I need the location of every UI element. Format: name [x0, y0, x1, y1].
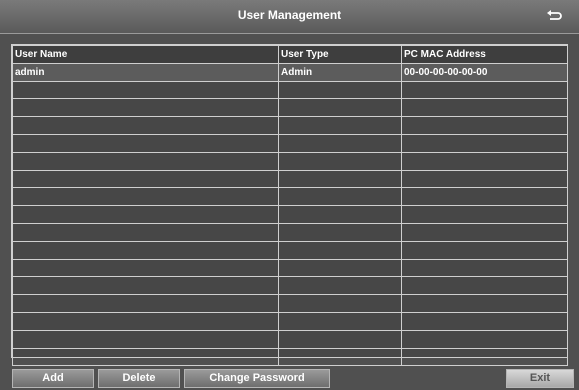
table-cell — [401, 294, 568, 313]
table-cell — [278, 329, 402, 349]
table-cell — [401, 347, 568, 367]
table-cell — [12, 222, 279, 242]
table-cell — [12, 329, 279, 349]
table-cell — [401, 169, 568, 189]
table-cell — [401, 187, 568, 207]
table-cell — [401, 133, 568, 153]
table-cell — [12, 258, 279, 278]
table-cell — [12, 98, 279, 118]
table-cell: admin — [12, 62, 279, 82]
window-title: User Management — [237, 8, 342, 22]
column-header-user-name[interactable]: User Name — [12, 45, 279, 64]
column-header-mac-address[interactable]: PC MAC Address — [401, 45, 568, 64]
table-cell — [278, 311, 402, 331]
table-cell: 00-00-00-00-00-00 — [401, 62, 568, 82]
user-management-window: User Management User Name User Type PC M… — [0, 0, 579, 390]
table-cell — [278, 205, 402, 224]
table-cell — [12, 347, 279, 367]
column-header-user-type[interactable]: User Type — [278, 45, 402, 64]
table-row[interactable] — [12, 187, 568, 207]
table-cell — [401, 151, 568, 171]
title-bar: User Management — [0, 0, 579, 34]
table-cell — [401, 311, 568, 331]
table-row[interactable] — [12, 240, 568, 260]
table-cell — [12, 116, 279, 135]
table-row[interactable] — [12, 205, 568, 224]
table-cell — [401, 276, 568, 296]
table-cell — [278, 240, 402, 260]
table-header-row: User Name User Type PC MAC Address — [12, 45, 568, 64]
table-cell — [12, 169, 279, 189]
table-row[interactable]: admin Admin 00-00-00-00-00-00 — [12, 62, 568, 82]
table-row[interactable] — [12, 347, 568, 367]
table-cell — [278, 347, 402, 367]
table-cell: Admin — [278, 62, 402, 82]
table-cell — [12, 294, 279, 313]
table-row[interactable] — [12, 151, 568, 171]
table-cell — [401, 80, 568, 100]
table-cell — [401, 98, 568, 118]
table-row[interactable] — [12, 329, 568, 349]
table-row[interactable] — [12, 169, 568, 189]
table-cell — [12, 240, 279, 260]
table-cell — [278, 187, 402, 207]
table-row[interactable] — [12, 80, 568, 100]
table-cell — [12, 187, 279, 207]
table-cell — [401, 329, 568, 349]
table-cell — [12, 133, 279, 153]
table-row[interactable] — [12, 116, 568, 135]
table-row[interactable] — [12, 258, 568, 278]
table-row[interactable] — [12, 222, 568, 242]
table-cell — [278, 80, 402, 100]
table-cell — [401, 258, 568, 278]
exit-button[interactable]: Exit — [506, 369, 574, 388]
table-cell — [278, 258, 402, 278]
table-cell — [401, 240, 568, 260]
table-row[interactable] — [12, 294, 568, 313]
table-cell — [278, 98, 402, 118]
table-cell — [278, 222, 402, 242]
table-cell — [278, 276, 402, 296]
return-arrow-icon[interactable] — [545, 7, 563, 23]
user-table: User Name User Type PC MAC Address admin… — [11, 44, 568, 367]
table-cell — [401, 222, 568, 242]
table-row[interactable] — [12, 276, 568, 296]
table-row[interactable] — [12, 311, 568, 331]
table-row[interactable] — [12, 133, 568, 153]
table-cell — [278, 116, 402, 135]
delete-button[interactable]: Delete — [98, 369, 180, 388]
table-cell — [278, 133, 402, 153]
table-cell — [12, 151, 279, 171]
table-cell — [278, 151, 402, 171]
table-cell — [12, 80, 279, 100]
table-cell — [401, 205, 568, 224]
table-cell — [401, 116, 568, 135]
table-cell — [12, 311, 279, 331]
table-cell — [12, 276, 279, 296]
table-row[interactable] — [12, 98, 568, 118]
table-cell — [278, 294, 402, 313]
change-password-button[interactable]: Change Password — [184, 369, 330, 388]
table-cell — [12, 205, 279, 224]
add-button[interactable]: Add — [12, 369, 94, 388]
table-cell — [278, 169, 402, 189]
